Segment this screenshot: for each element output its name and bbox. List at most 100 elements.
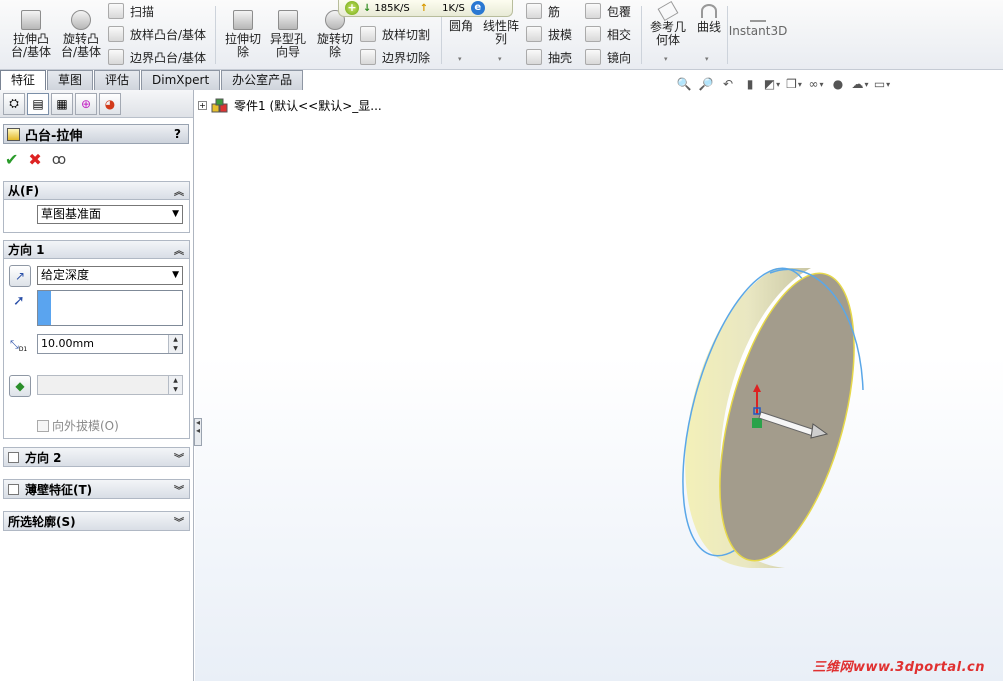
hole-wizard-button[interactable]: 异型孔 向导 <box>267 10 309 59</box>
feature-manager-tab-icon[interactable]: ⛭ <box>3 92 25 115</box>
tab-office-products[interactable]: 办公室产品 <box>221 70 304 90</box>
mirror-button[interactable]: 镜向 <box>585 47 631 67</box>
part-icon <box>211 98 228 112</box>
thin-feature-header[interactable]: 薄壁特征(T) ︾ <box>4 480 189 498</box>
feature-tree-flyout[interactable]: + 零件1 (默认<<默认>_显... <box>198 97 382 114</box>
revolve-cut-button[interactable]: 旋转切 除 <box>314 10 356 59</box>
tab-evaluate[interactable]: 评估 <box>94 70 141 90</box>
reference-geometry-dropdown-icon[interactable]: ▾ <box>664 55 668 63</box>
reference-geometry-button[interactable]: 参考几 何体 <box>648 0 688 47</box>
from-group-header[interactable]: 从(F) ︽ <box>4 182 189 200</box>
help-button[interactable]: ? <box>174 127 181 141</box>
linear-pattern-button[interactable]: 线性阵 列 <box>480 20 522 46</box>
collapse-chevron-icon[interactable]: ︽ <box>174 183 184 198</box>
cancel-x-icon[interactable]: ✖ <box>28 150 41 169</box>
loft-cut-icon <box>360 26 376 42</box>
zoom-to-area-icon[interactable]: 🔎 <box>698 76 714 92</box>
direction2-header[interactable]: 方向 2 ︾ <box>4 448 189 466</box>
revolve-boss-button[interactable]: 旋转凸 台/基体 <box>60 10 102 59</box>
display-manager-tab-icon[interactable]: ◕ <box>99 92 121 115</box>
extrude-boss-button[interactable]: 拉伸凸 台/基体 <box>10 10 52 59</box>
revolve-cut-label: 旋转切 除 <box>316 32 353 59</box>
thin-feature-group: 薄壁特征(T) ︾ <box>3 479 190 499</box>
zoom-to-fit-icon[interactable]: 🔍 <box>676 76 692 92</box>
configuration-manager-tab-icon[interactable]: ▦ <box>51 92 73 115</box>
dimxpert-manager-tab-icon[interactable]: ⊕ <box>75 92 97 115</box>
thin-feature-checkbox[interactable] <box>8 483 19 495</box>
selected-contours-label: 所选轮廓(S) <box>8 514 76 529</box>
pattern-dropdown-icon[interactable]: ▾ <box>498 55 502 63</box>
expand-chevron-icon[interactable]: ︾ <box>174 514 184 529</box>
extrude-cut-button[interactable]: 拉伸切 除 <box>222 10 264 59</box>
sweep-button[interactable]: 扫描 <box>108 1 154 21</box>
direction-selection-box[interactable] <box>37 290 183 326</box>
wrap-button[interactable]: 包覆 <box>585 1 631 21</box>
panel-splitter[interactable]: ◂ ◂ <box>194 418 202 446</box>
hide-show-items-icon[interactable]: ∞ <box>808 76 824 92</box>
boundary-boss-button[interactable]: 边界凸台/基体 <box>108 47 206 67</box>
graphics-area[interactable] <box>195 90 1003 681</box>
draft-outward-option[interactable]: 向外拔模(O) <box>37 417 119 434</box>
shell-icon <box>526 49 542 65</box>
rib-label: 筋 <box>548 4 561 19</box>
revolve-boss-icon <box>71 10 91 30</box>
from-select-value: 草图基准面 <box>41 207 102 221</box>
ok-check-icon[interactable]: ✔ <box>5 150 18 169</box>
boundary-cut-button[interactable]: 边界切除 <box>360 47 430 67</box>
tab-features[interactable]: 特征 <box>0 70 47 90</box>
instant3d-icon <box>750 12 766 22</box>
curves-label: 曲线 <box>696 20 721 34</box>
depth-input[interactable]: 10.00mm ▲ ▼ <box>37 334 183 354</box>
tab-sketch[interactable]: 草图 <box>47 70 94 90</box>
from-select[interactable]: 草图基准面 ▼ <box>37 205 183 224</box>
curves-dropdown-icon[interactable]: ▾ <box>705 55 709 63</box>
selection-highlight <box>38 291 51 325</box>
loft-cut-button[interactable]: 放样切割 <box>360 24 430 44</box>
preview-glasses-icon[interactable]: ꝏ <box>52 152 66 168</box>
direction2-checkbox[interactable] <box>8 451 19 463</box>
fillet-button[interactable]: 圆角 <box>446 20 476 33</box>
tab-dimxpert[interactable]: DimXpert <box>141 70 221 90</box>
watermark: 三维网www.3dportal.cn <box>812 660 985 675</box>
curves-button[interactable]: 曲线 <box>694 4 724 34</box>
shell-button[interactable]: 抽壳 <box>526 47 572 67</box>
edit-appearance-icon[interactable]: ● <box>830 76 846 92</box>
network-speed-widget[interactable]: + ↓ 185K/S ↑ 1K/S e <box>338 0 513 17</box>
previous-view-icon[interactable]: ↶ <box>720 76 736 92</box>
part-name: 零件1 (默认<<默认>_显... <box>234 99 382 113</box>
draft-angle-input[interactable]: ▲ ▼ <box>37 375 183 395</box>
plus-icon: + <box>345 1 359 15</box>
depth-spinner[interactable]: ▲ ▼ <box>168 335 182 353</box>
property-manager-tab-icon[interactable]: ▤ <box>27 92 49 115</box>
view-orientation-icon[interactable]: ◩ <box>764 76 780 92</box>
tree-expand-icon[interactable]: + <box>198 101 207 110</box>
direction1-header[interactable]: 方向 1 ︽ <box>4 241 189 259</box>
display-style-icon[interactable]: ❒ <box>786 76 802 92</box>
intersect-label: 相交 <box>607 27 632 42</box>
apply-scene-icon[interactable]: ☁ <box>852 76 868 92</box>
collapse-chevron-icon[interactable]: ︽ <box>174 242 184 257</box>
boundary-boss-icon <box>108 49 124 65</box>
intersect-button[interactable]: 相交 <box>585 24 631 44</box>
view-settings-icon[interactable]: ▭ <box>874 76 890 92</box>
ribbon-separator <box>215 6 216 64</box>
instant3d-button[interactable]: Instant3D <box>729 12 787 38</box>
selected-contours-header[interactable]: 所选轮廓(S) ︾ <box>4 512 189 530</box>
rib-button[interactable]: 筋 <box>526 1 560 21</box>
section-view-icon[interactable]: ▮ <box>742 76 758 92</box>
draft-on-off-icon[interactable]: ◆ <box>9 375 31 397</box>
expand-chevron-icon[interactable]: ︾ <box>174 450 184 465</box>
boundary-boss-label: 边界凸台/基体 <box>130 50 207 65</box>
draft-outward-checkbox[interactable] <box>37 419 49 432</box>
boundary-cut-label: 边界切除 <box>382 50 431 65</box>
reverse-direction-icon[interactable]: ↗ <box>9 265 31 287</box>
draft-angle-spinner[interactable]: ▲ ▼ <box>168 376 182 394</box>
depth-value: 10.00mm <box>41 337 94 350</box>
panel-tab-bar: ⛭ ▤ ▦ ⊕ ◕ <box>0 90 193 118</box>
loft-boss-button[interactable]: 放样凸台/基体 <box>108 24 206 44</box>
draft-button[interactable]: 拔模 <box>526 24 572 44</box>
expand-chevron-icon[interactable]: ︾ <box>174 482 184 497</box>
fillet-dropdown-icon[interactable]: ▾ <box>458 55 462 63</box>
boss-extrude-icon <box>7 127 20 141</box>
end-condition-select[interactable]: 给定深度 ▼ <box>37 266 183 285</box>
